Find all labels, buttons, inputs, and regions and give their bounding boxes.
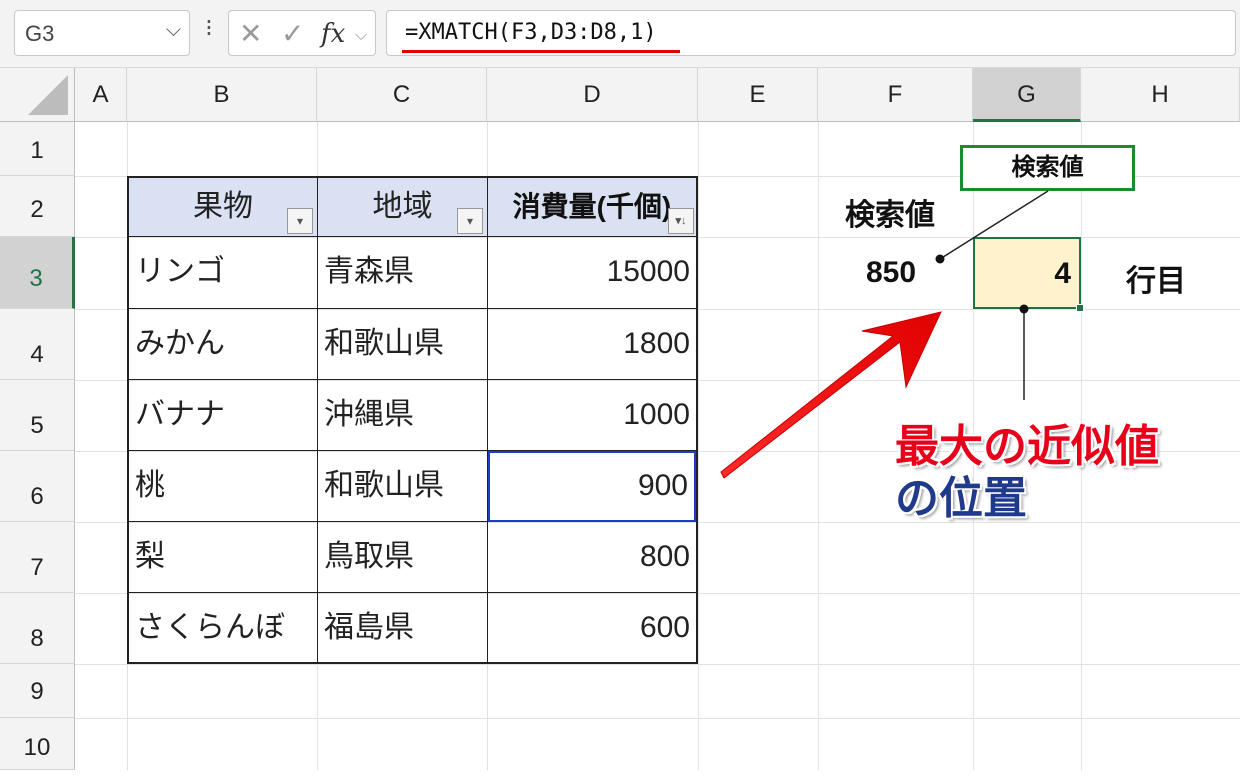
name-box-value: G3 xyxy=(25,21,55,46)
column-header-e[interactable]: E xyxy=(698,68,818,122)
lookup-label: 検索値 xyxy=(845,199,935,232)
row-header-5[interactable]: 5 xyxy=(0,380,75,451)
header-consumption: 消費量(千個) xyxy=(512,191,672,222)
table-cell[interactable]: みかん xyxy=(129,309,318,380)
table-cell[interactable]: リンゴ xyxy=(129,237,318,309)
select-all-button[interactable] xyxy=(0,68,75,122)
table-cell[interactable]: 600 xyxy=(488,593,696,662)
column-header-b[interactable]: B xyxy=(127,68,317,122)
chevron-down-icon[interactable]: ⌵ xyxy=(355,25,367,45)
table-cell[interactable]: バナナ xyxy=(129,380,318,451)
data-table: 果物 ▾ 地域 ▾ 消費量(千個) ▾↓ リンゴ 青森県 15000 みかん 和… xyxy=(127,176,698,664)
column-header-f[interactable]: F xyxy=(818,68,973,122)
table-cell[interactable]: さくらんぼ xyxy=(129,593,318,662)
table-cell[interactable]: 1000 xyxy=(488,380,696,451)
filter-dropdown-icon[interactable]: ▾ xyxy=(287,208,313,234)
table-cell[interactable]: 15000 xyxy=(488,237,696,309)
callout-box: 検索値 xyxy=(960,145,1135,191)
row-header-1[interactable]: 1 xyxy=(0,122,75,176)
lookup-value-cell[interactable]: 850 xyxy=(866,256,916,290)
gridline xyxy=(75,718,1240,719)
sort-descending-icon[interactable]: ▾↓ xyxy=(668,208,694,234)
column-header-a[interactable]: A xyxy=(75,68,127,122)
column-header-c[interactable]: C xyxy=(317,68,487,122)
formula-underline-annotation xyxy=(402,50,680,53)
column-header-g[interactable]: G xyxy=(973,68,1081,122)
fill-handle[interactable] xyxy=(1076,304,1084,312)
table-cell[interactable]: 沖縄県 xyxy=(318,380,488,451)
row-header-9[interactable]: 9 xyxy=(0,664,75,718)
column-header-h[interactable]: H xyxy=(1081,68,1240,122)
row-header-10[interactable]: 10 xyxy=(0,718,75,770)
name-box[interactable]: G3 ⌵ xyxy=(14,10,190,56)
header-region: 地域 xyxy=(372,190,433,223)
annotation-text-position: の位置 xyxy=(895,474,1027,523)
row-header-6[interactable]: 6 xyxy=(0,451,75,522)
more-options-icon[interactable]: ⁝ xyxy=(200,14,218,50)
table-cell[interactable]: 青森県 xyxy=(318,237,488,309)
chevron-down-icon[interactable]: ⌵ xyxy=(166,19,181,42)
row-header-8[interactable]: 8 xyxy=(0,593,75,664)
filter-dropdown-icon[interactable]: ▾ xyxy=(457,208,483,234)
table-cell[interactable]: 鳥取県 xyxy=(318,522,488,593)
table-cell[interactable]: 1800 xyxy=(488,309,696,380)
header-fruit: 果物 xyxy=(193,190,253,223)
row-header-2[interactable]: 2 xyxy=(0,176,75,237)
table-header-cell[interactable]: 消費量(千個) ▾↓ xyxy=(488,178,696,237)
table-cell[interactable]: 和歌山県 xyxy=(318,309,488,380)
table-cell[interactable]: 800 xyxy=(488,522,696,593)
table-cell[interactable]: 桃 xyxy=(129,451,318,522)
formula-buttons: ✕ ✓ fx ⌵ xyxy=(228,10,376,56)
table-cell[interactable]: 梨 xyxy=(129,522,318,593)
cancel-icon[interactable]: ✕ xyxy=(239,17,262,50)
insert-function-icon[interactable]: fx xyxy=(321,19,345,49)
row-header-7[interactable]: 7 xyxy=(0,522,75,593)
enter-icon[interactable]: ✓ xyxy=(281,17,304,50)
table-cell[interactable]: 和歌山県 xyxy=(318,451,488,522)
row-header-4[interactable]: 4 xyxy=(0,309,75,380)
table-header-cell[interactable]: 地域 ▾ xyxy=(318,178,488,237)
gridline xyxy=(698,122,699,770)
row-header-3[interactable]: 3 xyxy=(0,237,75,309)
result-cell[interactable]: 4 xyxy=(973,237,1081,309)
table-cell-highlighted[interactable]: 900 xyxy=(488,451,696,522)
unit-label: 行目 xyxy=(1126,265,1186,298)
gridline xyxy=(75,664,1240,665)
gridline xyxy=(818,122,819,770)
column-header-d[interactable]: D xyxy=(487,68,698,122)
leader-dot xyxy=(935,254,945,264)
table-header-cell[interactable]: 果物 ▾ xyxy=(129,178,318,237)
table-cell[interactable]: 福島県 xyxy=(318,593,488,662)
